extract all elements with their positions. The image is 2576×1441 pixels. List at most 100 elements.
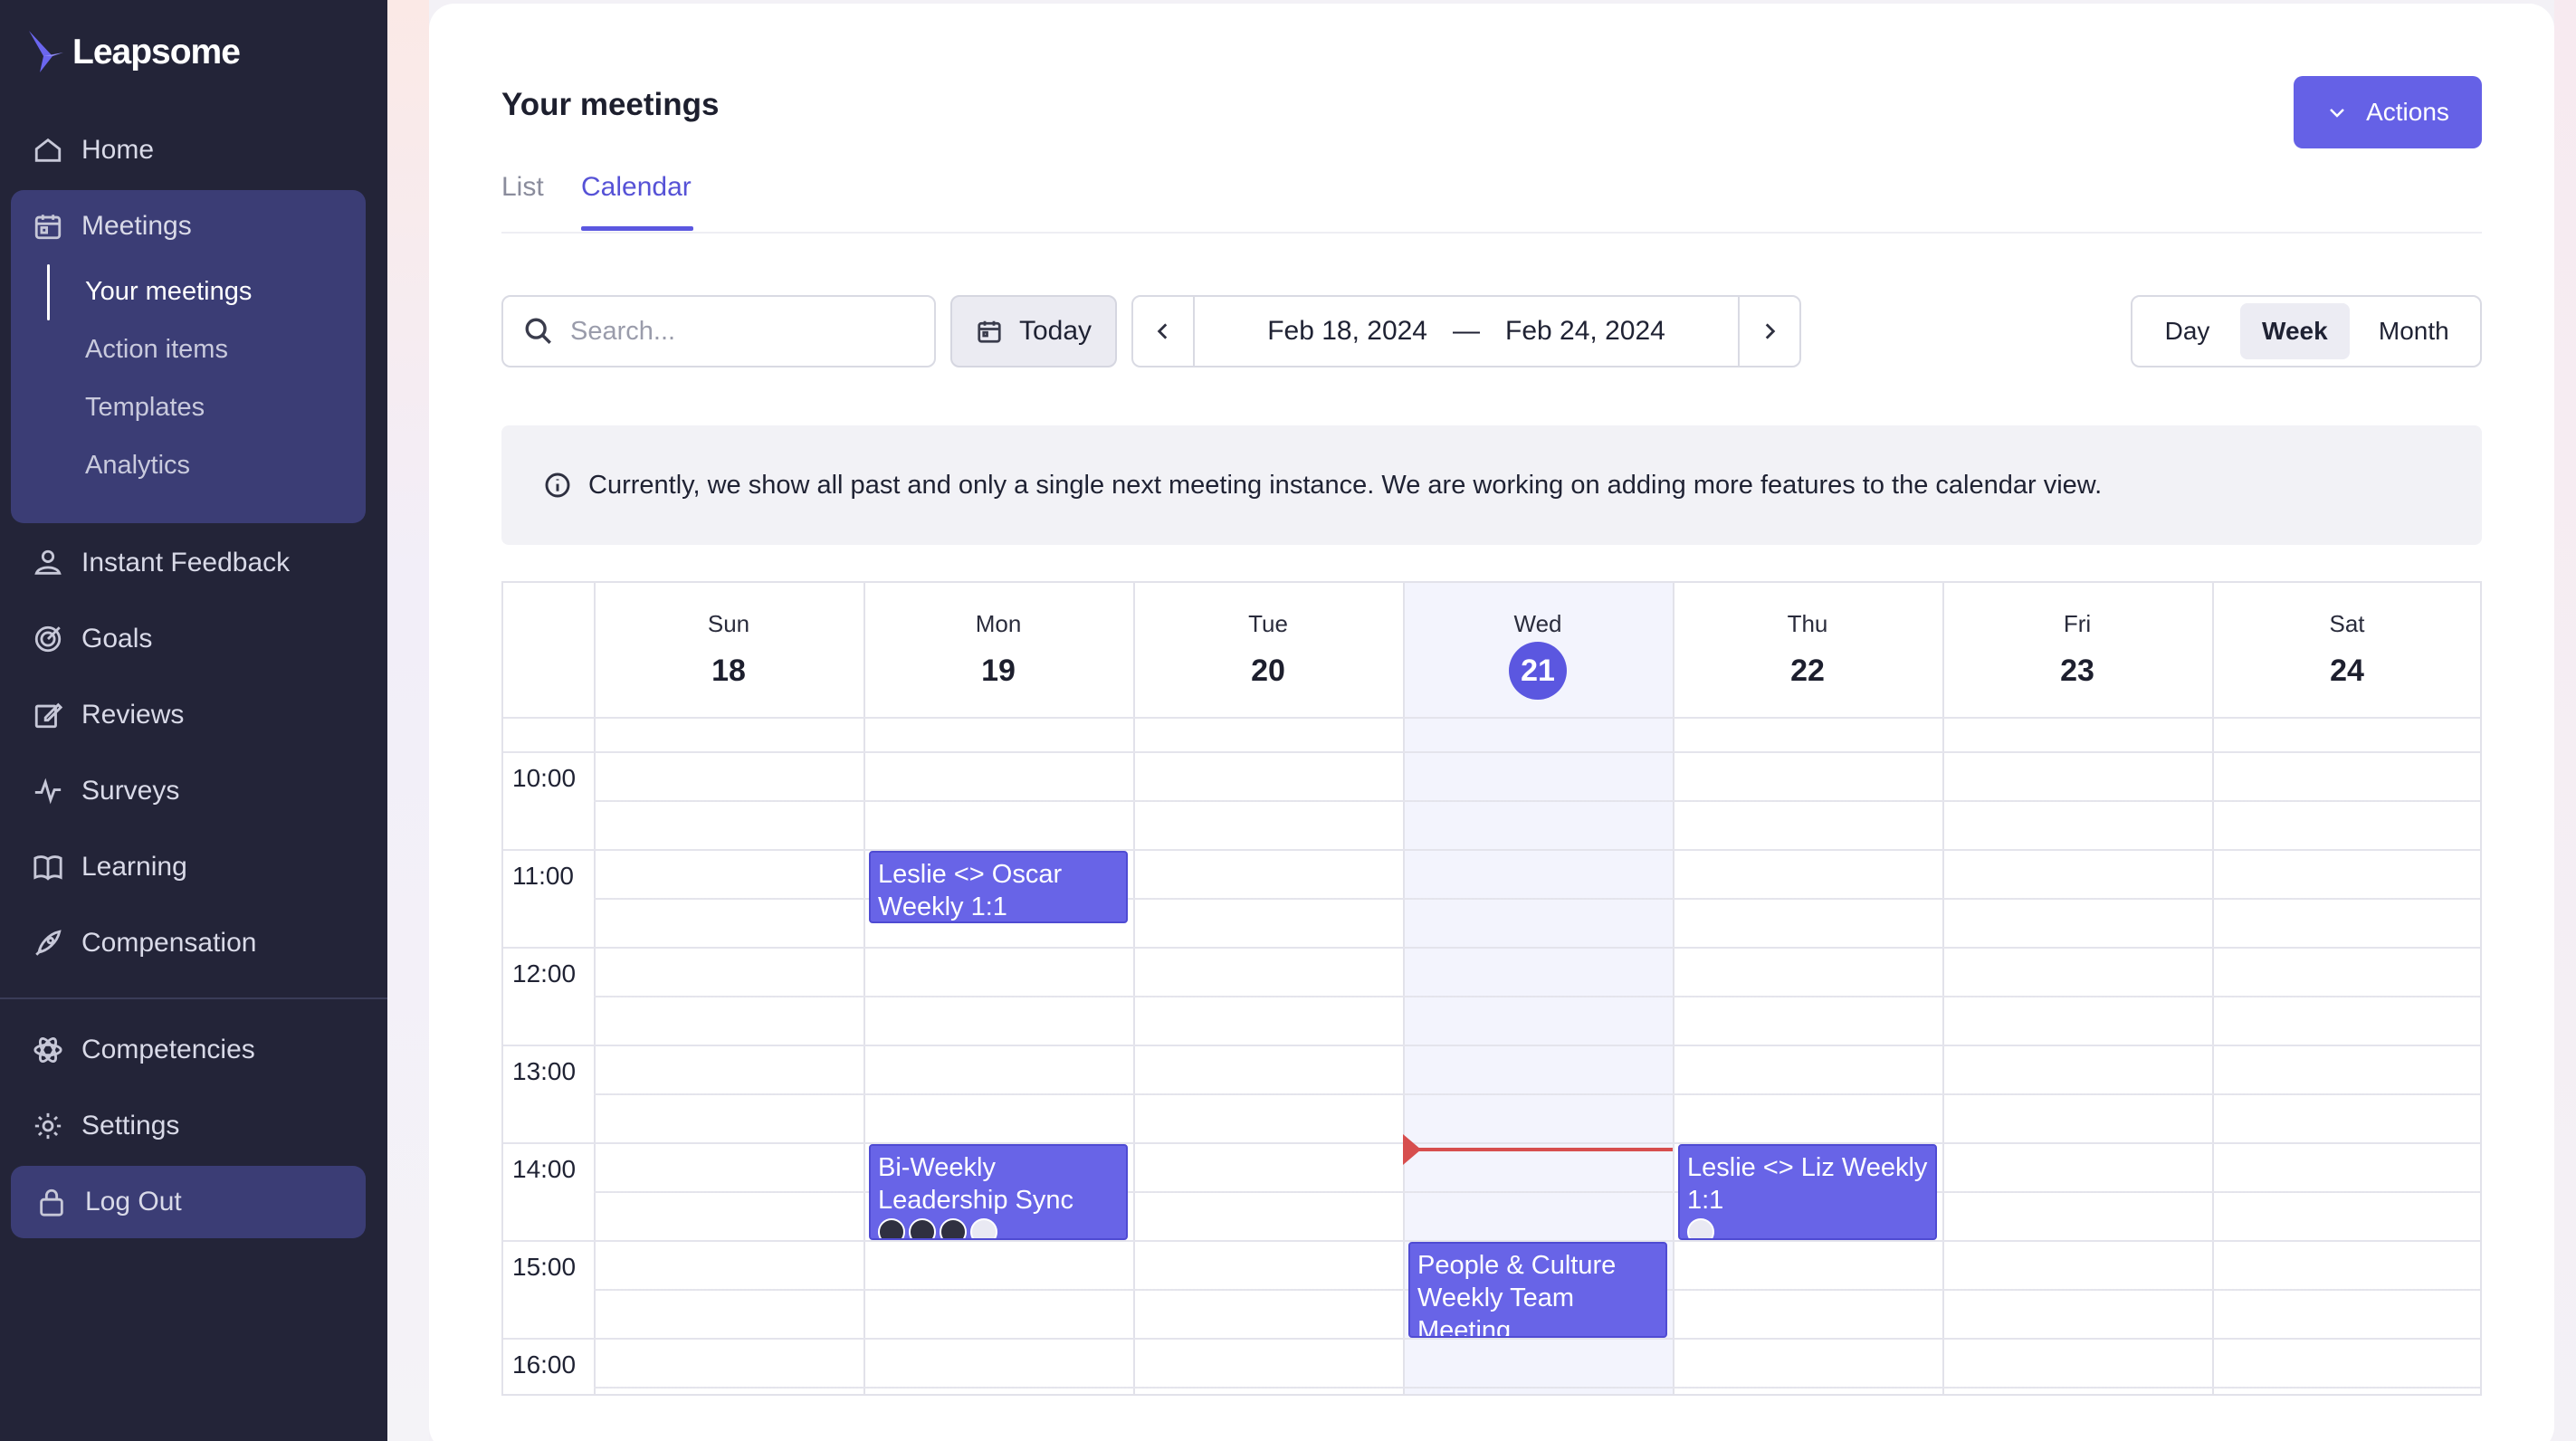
sidebar-item-competencies[interactable]: Competencies bbox=[33, 1025, 255, 1075]
hour-line bbox=[503, 947, 2480, 949]
sidebar-item-label: Home bbox=[81, 135, 155, 165]
day-header-wed[interactable]: Wed 21 bbox=[1403, 583, 1673, 717]
sidebar-item-label: Instant Feedback bbox=[81, 548, 291, 577]
half-hour-line bbox=[594, 1093, 2480, 1095]
date-range-label: Feb 18, 2024 — Feb 24, 2024 bbox=[1195, 297, 1738, 366]
sidebar-item-surveys[interactable]: Surveys bbox=[33, 766, 179, 816]
active-subitem-indicator bbox=[47, 264, 50, 320]
date-range-navigator: Feb 18, 2024 — Feb 24, 2024 bbox=[1131, 295, 1801, 367]
half-hour-line bbox=[594, 996, 2480, 997]
day-number: 23 bbox=[2060, 654, 2094, 688]
sidebar-item-meetings[interactable]: Meetings bbox=[33, 201, 192, 252]
sidebar-subitem-your-meetings[interactable]: Your meetings bbox=[85, 270, 252, 313]
time-label: 13:00 bbox=[512, 1057, 577, 1085]
day-header-mon[interactable]: Mon 19 bbox=[863, 583, 1133, 717]
sidebar-item-label: Learning bbox=[81, 852, 187, 882]
day-header-sun[interactable]: Sun 18 bbox=[594, 583, 863, 717]
sidebar-item-goals[interactable]: Goals bbox=[33, 614, 152, 664]
sidebar-item-label: Surveys bbox=[81, 776, 180, 806]
search-box[interactable] bbox=[501, 295, 936, 367]
app-logo[interactable]: Leapsome bbox=[27, 27, 241, 78]
current-time-line bbox=[1403, 1148, 1673, 1151]
avatar bbox=[1687, 1218, 1714, 1238]
calendar-event[interactable]: Bi-Weekly Leadership Sync bbox=[869, 1144, 1128, 1240]
day-number: 19 bbox=[981, 654, 1016, 688]
day-header-tue[interactable]: Tue 20 bbox=[1133, 583, 1403, 717]
tab-calendar[interactable]: Calendar bbox=[581, 172, 692, 203]
sidebar-item-reviews[interactable]: Reviews bbox=[33, 690, 184, 740]
today-button[interactable]: Today bbox=[950, 295, 1117, 367]
actions-label: Actions bbox=[2366, 98, 2449, 126]
sidebar-item-label: Goals bbox=[81, 624, 153, 654]
feedback-icon bbox=[34, 549, 62, 575]
calendar-event[interactable]: People & Culture Weekly Team Meeting bbox=[1408, 1242, 1667, 1338]
actions-button[interactable]: Actions bbox=[2294, 76, 2482, 148]
sidebar-item-learning[interactable]: Learning bbox=[33, 842, 187, 892]
page-title: Your meetings bbox=[501, 87, 720, 122]
day-number-today: 21 bbox=[1403, 642, 1673, 700]
sidebar-item-compensation[interactable]: Compensation bbox=[33, 918, 256, 969]
event-title: People & Culture Weekly Team Meeting bbox=[1417, 1251, 1617, 1338]
day-name: Tue bbox=[1248, 610, 1288, 637]
range-start: Feb 18, 2024 bbox=[1267, 316, 1427, 346]
sidebar-subitem-action-items[interactable]: Action items bbox=[85, 328, 228, 371]
chevron-down-icon bbox=[2330, 109, 2344, 118]
view-week-button[interactable]: Week bbox=[2240, 303, 2350, 359]
half-hour-line bbox=[594, 1387, 2480, 1389]
range-separator: — bbox=[1453, 316, 1480, 346]
day-header-thu[interactable]: Thu 22 bbox=[1673, 583, 1942, 717]
sidebar-item-instant-feedback[interactable]: Instant Feedback bbox=[33, 538, 290, 588]
day-number: 18 bbox=[711, 654, 746, 688]
search-input[interactable] bbox=[570, 316, 914, 347]
edit-icon bbox=[34, 702, 63, 729]
calendar-icon bbox=[34, 215, 62, 240]
day-header-fri[interactable]: Fri 23 bbox=[1942, 583, 2212, 717]
gear-icon bbox=[34, 1112, 62, 1140]
active-tab-indicator bbox=[581, 226, 693, 231]
hour-line bbox=[503, 1045, 2480, 1046]
sidebar-item-settings[interactable]: Settings bbox=[33, 1101, 179, 1151]
day-number: 22 bbox=[1790, 654, 1825, 688]
day-name: Sun bbox=[707, 610, 750, 637]
sidebar-item-label: Competencies bbox=[81, 1035, 255, 1064]
calendar-event[interactable]: Leslie <> Liz Weekly 1:1 bbox=[1678, 1144, 1937, 1240]
view-month-button[interactable]: Month bbox=[2355, 303, 2473, 359]
next-week-button[interactable] bbox=[1738, 297, 1799, 366]
home-icon bbox=[34, 138, 62, 162]
day-name: Wed bbox=[1513, 610, 1562, 637]
chevron-left-icon bbox=[1157, 323, 1168, 339]
logout-button[interactable]: Log Out bbox=[36, 1177, 182, 1227]
hour-line bbox=[503, 1338, 2480, 1340]
day-name: Thu bbox=[1787, 610, 1828, 637]
sidebar-divider bbox=[0, 997, 387, 999]
tab-list[interactable]: List bbox=[501, 172, 544, 203]
sidebar-item-label: Compensation bbox=[81, 928, 257, 958]
rocket-icon bbox=[35, 930, 62, 956]
attendee-avatars bbox=[878, 1218, 1119, 1238]
book-icon bbox=[33, 855, 62, 881]
view-day-button[interactable]: Day bbox=[2140, 303, 2235, 359]
time-label: 11:00 bbox=[512, 862, 574, 890]
lock-icon bbox=[40, 1188, 63, 1217]
sidebar-subitem-analytics[interactable]: Analytics bbox=[85, 444, 190, 487]
info-icon bbox=[545, 472, 570, 498]
sidebar-item-home[interactable]: Home bbox=[33, 125, 154, 176]
time-label: 14:00 bbox=[512, 1155, 577, 1183]
range-end: Feb 24, 2024 bbox=[1505, 316, 1665, 346]
day-header-sat[interactable]: Sat 24 bbox=[2212, 583, 2480, 717]
previous-week-button[interactable] bbox=[1133, 297, 1195, 366]
day-number: 20 bbox=[1251, 654, 1285, 688]
background-gradient-right bbox=[2554, 0, 2576, 1441]
sidebar-subitem-templates[interactable]: Templates bbox=[85, 386, 205, 429]
target-icon bbox=[34, 625, 62, 653]
week-calendar: Sun 18 Mon 19 Tue 20 Wed 21 Thu 22 Fri 2… bbox=[501, 581, 2482, 1396]
sidebar: Leapsome Home Meetings Your meetings Act… bbox=[0, 0, 387, 1441]
avatar bbox=[970, 1218, 997, 1238]
calendar-event[interactable]: Leslie <> Oscar Weekly 1:1 bbox=[869, 851, 1128, 923]
hour-line bbox=[503, 1142, 2480, 1144]
attendee-avatars bbox=[1687, 1218, 1928, 1238]
info-banner: Currently, we show all past and only a s… bbox=[501, 425, 2482, 545]
logout-label: Log Out bbox=[85, 1187, 182, 1217]
time-label: 16:00 bbox=[512, 1350, 577, 1379]
avatar bbox=[909, 1218, 936, 1238]
